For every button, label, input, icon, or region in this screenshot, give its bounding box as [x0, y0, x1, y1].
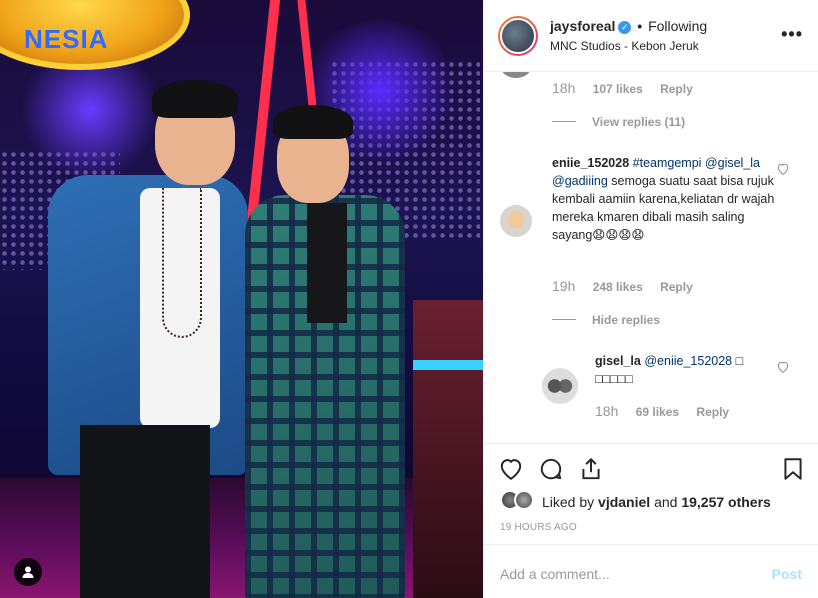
liked-by-label: Liked by	[542, 494, 595, 510]
comment-like-icon[interactable]	[776, 162, 790, 176]
reply-body: gisel_la @eniie_152028 □ □□□□□	[595, 352, 775, 388]
share-icon[interactable]	[578, 456, 604, 482]
comment-time: 18h	[552, 80, 576, 96]
comments-list[interactable]: 18h 107 likes Reply View replies (11) en…	[484, 72, 818, 444]
post-timestamp[interactable]: 19 HOURS AGO	[500, 522, 577, 533]
comment-meta: 19h 248 likes Reply	[552, 278, 707, 294]
comment-username[interactable]: eniie_152028	[552, 156, 629, 170]
show-logo-text: NESIA	[24, 24, 109, 54]
podium-light	[413, 360, 483, 370]
dark-shirt	[307, 203, 347, 323]
comment-avatar[interactable]	[500, 72, 532, 78]
location-link[interactable]: MNC Studios - Kebon Jeruk	[550, 39, 699, 53]
separator: •	[637, 18, 643, 34]
divider-line	[552, 319, 576, 320]
more-options-icon[interactable]: •••	[781, 24, 803, 45]
person-right	[235, 95, 415, 598]
reply-meta: 18h 69 likes Reply	[595, 403, 743, 419]
reply-button[interactable]: Reply	[660, 280, 693, 294]
post-button[interactable]: Post	[772, 566, 802, 582]
heart-icon[interactable]	[498, 456, 524, 482]
bookmark-icon[interactable]	[780, 456, 806, 482]
add-comment-input[interactable]: Add a comment...	[500, 566, 610, 582]
reply-time: 18h	[595, 403, 619, 419]
reply-button[interactable]: Reply	[696, 405, 729, 419]
verified-badge-icon: ✓	[618, 21, 632, 34]
post-header: jaysforeal ✓ • Following MNC Studios - Ke…	[484, 0, 818, 72]
comment-time: 19h	[552, 278, 576, 294]
hashtag-link[interactable]: #teamgempi	[633, 156, 702, 170]
author-line: jaysforeal ✓ • Following	[550, 18, 707, 34]
reply-likes[interactable]: 69 likes	[636, 405, 679, 419]
person-left	[40, 70, 260, 598]
view-replies-label: View replies (11)	[592, 115, 686, 129]
jeans	[80, 425, 210, 598]
comment-meta: 18h 107 likes Reply	[552, 80, 707, 96]
following-button[interactable]: Following	[648, 18, 707, 34]
hair	[152, 80, 238, 118]
mention-link[interactable]: @eniie_152028	[644, 354, 732, 368]
comment-body: eniie_152028 #teamgempi @gisel_la @gadii…	[552, 154, 782, 244]
liker-username[interactable]: vjdaniel	[598, 494, 650, 510]
hide-replies-button[interactable]: Hide replies	[552, 313, 660, 327]
comment-likes[interactable]: 107 likes	[593, 82, 643, 96]
likes-summary: Liked by vjdaniel and 19,257 others	[542, 494, 771, 510]
hide-replies-label: Hide replies	[592, 313, 661, 327]
reply-button[interactable]: Reply	[660, 82, 693, 96]
reply-like-icon[interactable]	[776, 360, 790, 374]
view-replies-button[interactable]: View replies (11)	[552, 115, 685, 129]
add-comment-bar: Add a comment... Post	[484, 544, 818, 598]
reply-avatar[interactable]	[542, 368, 578, 404]
reply-username[interactable]: gisel_la	[595, 354, 641, 368]
and-label: and	[654, 494, 678, 510]
liker-avatar[interactable]	[514, 490, 534, 510]
author-username[interactable]: jaysforeal	[550, 18, 615, 34]
stage-podium	[413, 300, 483, 598]
author-avatar[interactable]	[498, 16, 538, 56]
post-side-panel: jaysforeal ✓ • Following MNC Studios - Ke…	[483, 0, 818, 598]
show-logo: NESIA	[0, 0, 190, 70]
divider-line	[552, 121, 576, 122]
comment-likes[interactable]: 248 likes	[593, 280, 643, 294]
mention-link[interactable]: @gisel_la	[705, 156, 760, 170]
comment-avatar[interactable]	[500, 205, 532, 237]
post-photo[interactable]: NESIA	[0, 0, 483, 598]
comment-icon[interactable]	[538, 456, 564, 482]
hair	[273, 105, 353, 139]
others-count[interactable]: 19,257 others	[681, 494, 771, 510]
necklace	[162, 188, 202, 338]
user-tag-icon[interactable]	[14, 558, 42, 586]
mention-link[interactable]: @gadiiing	[552, 174, 608, 188]
